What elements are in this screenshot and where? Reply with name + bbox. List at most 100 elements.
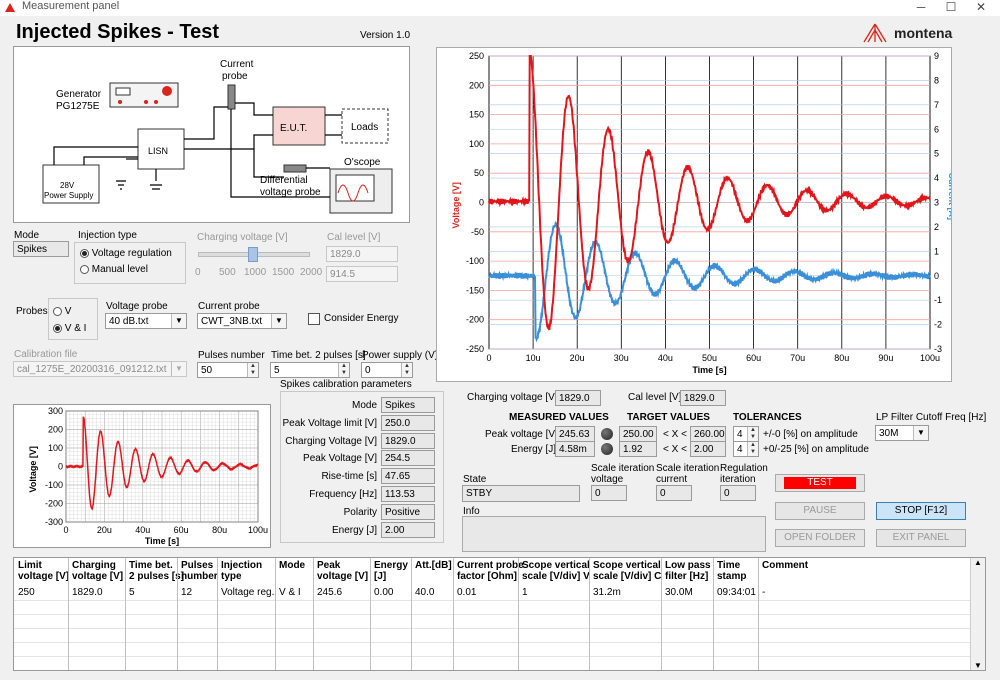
charging-voltage-slider[interactable] [198, 247, 310, 262]
chevron-down-icon[interactable]: ▼ [171, 314, 186, 328]
table-header: Limit voltage [V] [18, 560, 70, 582]
scroll-up-icon[interactable]: ▲ [971, 558, 985, 567]
consider-energy-checkbox[interactable] [308, 313, 320, 325]
peak-voltage-target-max: 260.00 [690, 426, 726, 442]
spinner-icon[interactable]: ▲ ▼ [747, 442, 758, 456]
test-button[interactable]: TEST [775, 474, 865, 492]
target-values-heading: TARGET VALUES [627, 412, 710, 423]
column-divider [217, 558, 218, 670]
m-charging-label: Charging voltage [V] [467, 392, 558, 403]
table-header: Injection type [221, 560, 263, 582]
montena-logo [862, 22, 888, 47]
pause-button[interactable]: PAUSE [775, 502, 865, 520]
close-icon[interactable]: ✕ [966, 0, 996, 16]
chevron-down-icon[interactable]: ▼ [271, 314, 286, 328]
y-tick-label: -50 [471, 227, 484, 237]
table-cell: Voltage reg. [221, 587, 275, 598]
small-y-tick-label: 0 [58, 462, 63, 472]
x-tick-label: 0 [486, 353, 491, 363]
small-y-tick-label: 100 [48, 443, 63, 453]
table-cell: 30.0M [665, 587, 693, 598]
y-tick-label: 200 [469, 80, 484, 90]
table-row[interactable]: 250 1829.0 5 12 Voltage reg. V & I 245.6 0.00 40… [14, 585, 970, 599]
y2-tick-label: 9 [934, 51, 939, 61]
voltage-regulation-label: Voltage regulation [91, 248, 172, 259]
maximize-icon[interactable]: ☐ [936, 0, 966, 16]
small-y-tick-label: 300 [48, 406, 63, 416]
power-supply-input[interactable]: 0 ▲ ▼ [361, 362, 413, 378]
energy-tol-value: 4 [737, 444, 743, 455]
current-probe-select[interactable]: CWT_3NB.txt ▼ [197, 313, 287, 329]
state-field: STBY [462, 485, 580, 502]
lp-filter-select[interactable]: 30M ▼ [875, 425, 929, 441]
y-tick-label: 0 [479, 198, 484, 208]
y-tick-label: -150 [466, 285, 484, 295]
table-cell: 40.0 [415, 587, 435, 598]
table-header: Att.[dB] [415, 560, 452, 571]
spinner-icon[interactable]: ▲ ▼ [747, 427, 758, 441]
y-tick-label: -250 [466, 344, 484, 354]
slider-thumb[interactable] [248, 247, 258, 262]
energy-tol-input[interactable]: 4 ▲ ▼ [733, 441, 759, 457]
column-divider [453, 558, 454, 670]
x-tick-label: 80u [834, 353, 849, 363]
scroll-down-icon[interactable]: ▼ [971, 661, 985, 670]
results-table[interactable]: Limit voltage [V] Charging voltage [V] Time … [13, 557, 986, 671]
y2-tick-label: -1 [934, 295, 942, 305]
cal-level-field: 1829.0 [326, 246, 398, 262]
svg-text:Power Supply: Power Supply [44, 191, 93, 200]
row-divider [14, 628, 970, 629]
measured-values-heading: MEASURED VALUES [509, 412, 609, 423]
small-y-axis-label: Voltage [V] [28, 446, 38, 492]
stop-button[interactable]: STOP [F12] [876, 502, 966, 520]
chevron-down-icon[interactable]: ▼ [913, 426, 928, 440]
radio-manual-level[interactable]: Manual level [80, 264, 148, 275]
spikes-cal-value: 1829.0 [381, 432, 435, 449]
reg-it-field: 0 [720, 485, 756, 501]
charging-voltage-label: Charging voltage [V] [197, 232, 288, 243]
voltage-probe-value: 40 dB.txt [109, 316, 149, 327]
spinner-icon[interactable]: ▲ ▼ [338, 363, 349, 377]
spikes-cal-label: Frequency [Hz] [309, 489, 377, 500]
spinner-icon[interactable]: ▲ ▼ [401, 363, 412, 377]
voltage-probe-select[interactable]: 40 dB.txt ▼ [105, 313, 187, 329]
svg-text:voltage probe: voltage probe [260, 187, 321, 198]
column-divider [68, 558, 69, 670]
y2-tick-label: 5 [934, 149, 939, 159]
column-divider [713, 558, 714, 670]
m-cal-field: 1829.0 [680, 390, 726, 406]
table-header: Mode [279, 560, 306, 571]
time-between-input[interactable]: 5 ▲ ▼ [270, 362, 350, 378]
x-tick-label: 10u [526, 353, 541, 363]
y-tick-label: 150 [469, 110, 484, 120]
small-x-tick-label: 60u [174, 525, 189, 535]
current-probe-value: CWT_3NB.txt [201, 316, 263, 327]
minimize-icon[interactable]: ─ [906, 0, 936, 16]
chevron-down-icon[interactable]: ▼ [171, 362, 186, 376]
version-label: Version 1.0 [360, 30, 411, 41]
column-divider [370, 558, 371, 670]
y2-tick-label: 8 [934, 75, 939, 85]
energy-measured: 4.58m [555, 441, 595, 457]
spinner-icon[interactable]: ▲ ▼ [247, 363, 258, 377]
radio-probe-vi[interactable]: V & I [53, 323, 86, 334]
pulses-number-input[interactable]: 50 ▲ ▼ [197, 362, 259, 378]
table-header: Scope vertical scale [V/div] C [593, 560, 662, 582]
radio-voltage-regulation[interactable]: Voltage regulation [80, 248, 172, 259]
radio-probe-v[interactable]: V [53, 306, 71, 317]
small-y-tick-label: -200 [45, 499, 63, 509]
current-probe-label: Current probe [198, 301, 260, 312]
reg-it-label1: Regulation [720, 463, 768, 474]
spikes-cal-value: Positive [381, 503, 435, 520]
calibration-file-select[interactable]: cal_1275E_20200316_091212.txt ▼ [13, 361, 187, 377]
main-chart-svg: 250200150100500-50-100-150-200-250987654… [451, 51, 957, 375]
title-bar: Measurement panel ─ ☐ ✕ [0, 0, 1000, 16]
peak-voltage-tol-input[interactable]: 4 ▲ ▼ [733, 426, 759, 442]
exit-panel-button[interactable]: EXIT PANEL [876, 529, 966, 547]
y-tick-label: 50 [474, 168, 484, 178]
table-scrollbar[interactable]: ▲ ▼ [970, 558, 985, 670]
spikes-cal-label: Polarity [343, 506, 377, 518]
scale-it-c-field: 0 [656, 485, 692, 501]
spikes-cal-label: Charging Voltage [V] [285, 435, 377, 447]
open-folder-button[interactable]: OPEN FOLDER [775, 529, 865, 547]
